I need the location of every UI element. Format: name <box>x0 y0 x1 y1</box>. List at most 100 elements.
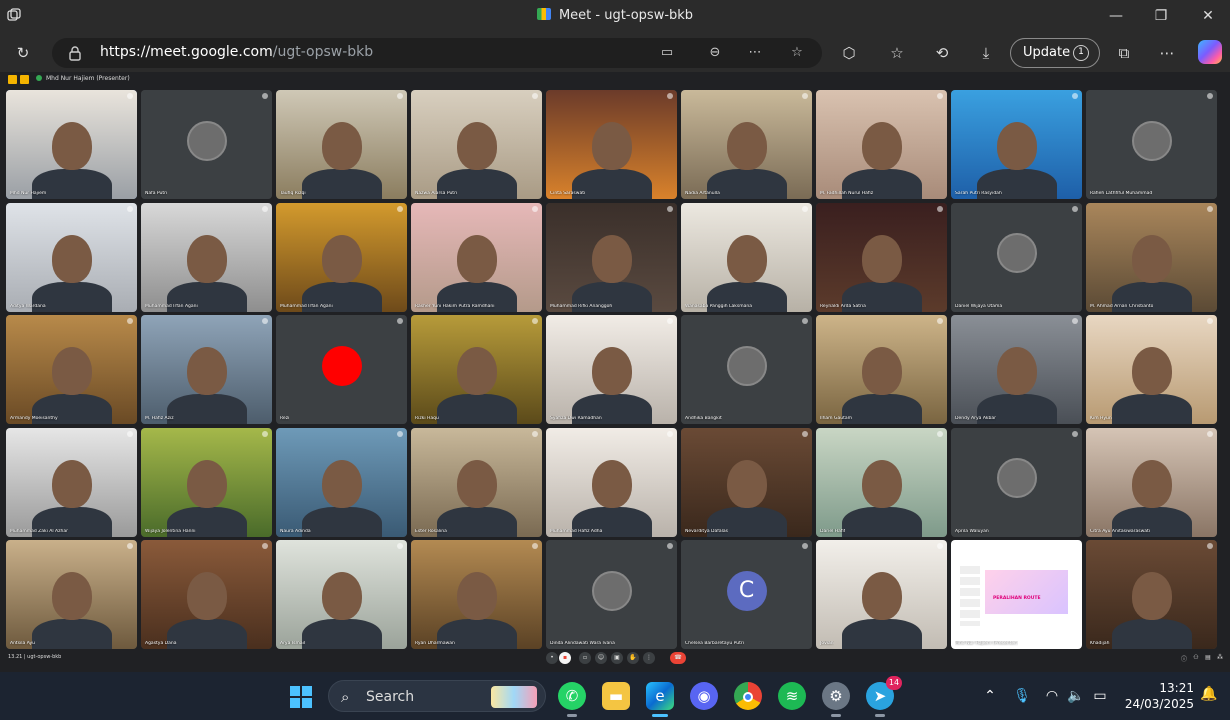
leave-call-button[interactable]: ☎ <box>670 652 686 664</box>
participant-tile[interactable]: C Chelsea Barbaretayu Putri <box>681 540 812 649</box>
mic-status-icon <box>127 93 133 99</box>
participant-tile[interactable]: Dendy Arya Akbar <box>951 315 1082 424</box>
notification-bell-icon[interactable]: 🔔 <box>1200 686 1220 706</box>
participant-tile[interactable]: Ryan Dharmawan <box>411 540 542 649</box>
participant-tile[interactable]: Wijaya Jolentina Hanni <box>141 427 272 537</box>
participant-tile[interactable]: Muhammad Irfan Agani <box>141 202 272 312</box>
participant-tile[interactable]: Nadia Artanulla <box>681 90 812 199</box>
participant-tile[interactable]: Dariel Hafif <box>816 427 947 537</box>
participant-tile[interactable]: Ilham Gautam <box>816 315 947 424</box>
zoom-icon[interactable]: ⊖ <box>704 42 726 64</box>
participant-tile[interactable]: Cinta Saraswati <box>546 90 677 199</box>
history-icon[interactable]: ⟲ <box>929 40 955 66</box>
info-icon[interactable]: ⓘ <box>1180 654 1188 663</box>
system-clock[interactable]: 13:21 24/03/2025 <box>1120 680 1194 712</box>
participant-tile[interactable]: Muhammad Hafiz Adha <box>546 427 677 537</box>
captions-button[interactable]: ▫ <box>579 652 591 664</box>
refresh-icon[interactable]: ↻ <box>10 40 36 66</box>
participant-tile[interactable]: Citra Ayu Anitasiwaraswati <box>1086 427 1217 537</box>
participant-tile[interactable]: Nazwa Alarsa Putri <box>411 90 542 199</box>
participant-tile[interactable]: Khadijah <box>1086 540 1217 649</box>
whatsapp-icon[interactable]: ✆ <box>558 682 586 717</box>
emoji-button[interactable]: ☺ <box>595 652 607 664</box>
battery-icon[interactable]: ▭ <box>1090 686 1110 706</box>
taskbar-search[interactable]: ⌕ Search <box>328 680 546 712</box>
participant-face <box>591 234 632 283</box>
volume-icon[interactable]: 🔈 <box>1066 686 1086 706</box>
extensions-icon[interactable]: ⬡ <box>836 40 862 66</box>
participant-tile[interactable]: Antsila Ayu <box>6 540 137 649</box>
participant-tile[interactable]: Rafieh Lathfiful Muhammad <box>1086 90 1217 199</box>
wifi-icon[interactable]: ◠ <box>1042 686 1062 706</box>
participant-tile[interactable]: Agastya Dana <box>141 540 272 649</box>
show-hidden-icons-chevron-icon[interactable]: ⌃ <box>980 686 1000 706</box>
raise-hand-button[interactable]: ✋ <box>627 652 639 664</box>
edge-icon[interactable]: e <box>646 682 674 717</box>
participant-tile[interactable]: Taufiq Rizqi <box>276 90 407 199</box>
update-button[interactable]: Update 1 <box>1010 38 1100 68</box>
minimize-button[interactable]: — <box>1096 4 1136 28</box>
microphone-icon[interactable]: 🎙 <box>1012 686 1032 706</box>
collections-icon[interactable]: ⧉ <box>1111 40 1137 66</box>
spotify-icon[interactable]: ≋ <box>778 682 806 710</box>
participant-tile[interactable]: M. Fadhillah Nurul Hafiz <box>816 90 947 199</box>
participant-tile[interactable]: M. Ahmad Arnan Christianto <box>1086 202 1217 312</box>
participant-tile[interactable]: Naura Adinda <box>276 427 407 537</box>
participant-tile[interactable]: Muhammad Zaki Al Azhar <box>6 427 137 537</box>
participant-tile[interactable]: Mhd Nur Hajiem <box>6 90 137 199</box>
people-icon[interactable]: ⚇ <box>1192 654 1200 662</box>
participant-tile[interactable]: Armandy Moeisanthy <box>6 315 137 424</box>
close-button[interactable]: ✕ <box>1188 4 1228 28</box>
settings-icon[interactable]: ⚙ <box>822 682 850 717</box>
participant-tile[interactable]: Andhika Bangkit <box>681 315 812 424</box>
participant-tile[interactable]: Dinda Alindawati Wara Ivana <box>546 540 677 649</box>
participant-name: Khadijah <box>1090 641 1110 646</box>
more-options-button[interactable]: ⋮ <box>643 652 655 664</box>
favorite-star-icon[interactable]: ☆ <box>786 42 808 64</box>
participant-tile[interactable]: Rasher Yuni Hakim Putra Ramdhani <box>411 202 542 312</box>
present-button[interactable]: ▣ <box>611 652 623 664</box>
participant-face <box>456 122 497 170</box>
settings-menu-icon[interactable]: ⋯ <box>1154 40 1180 66</box>
participant-tile[interactable]: Sarah Putri Rasyidah <box>951 90 1082 199</box>
site-info-icon[interactable] <box>66 44 84 62</box>
participant-tile[interactable]: Rezi <box>276 315 407 424</box>
participant-tile[interactable]: Ester Rosalina <box>411 427 542 537</box>
participant-tile[interactable]: Syafiza Dwi Ramadhan <box>546 315 677 424</box>
telegram-icon[interactable]: ➤ 14 <box>866 676 902 717</box>
participant-tile[interactable]: Reynaldi Arda Satria <box>816 202 947 312</box>
camera-button[interactable]: ▪ <box>559 652 571 664</box>
restore-button[interactable]: ❐ <box>1141 4 1181 28</box>
participant-tile[interactable]: Nevarditya Dafalas <box>681 427 812 537</box>
participant-tile[interactable]: Aprila Waluyan <box>951 427 1082 537</box>
participant-tile[interactable]: Nafa Putri <box>141 90 272 199</box>
favorites-icon[interactable]: ☆ <box>884 40 910 66</box>
participant-tile[interactable]: Muhammad Irfan Agani <box>276 202 407 312</box>
url-text[interactable]: https://meet.google.com/ugt-opsw-bkb <box>100 44 373 60</box>
mic-button[interactable]: • <box>546 652 558 664</box>
participant-tile[interactable]: Wanasaba Panggih Laksmana <box>681 202 812 312</box>
participant-tile[interactable]: Arya Ismail <box>276 540 407 649</box>
address-bar[interactable]: https://meet.google.com/ugt-opsw-bkb ▭ ⊖… <box>52 38 822 68</box>
windows-start-icon[interactable] <box>290 686 312 708</box>
copilot-icon[interactable] <box>1198 40 1222 64</box>
participant-tile[interactable]: Muhammad Rifki Ananggoh <box>546 202 677 312</box>
participant-tile[interactable]: Daniel Wijaya Utama <box>951 202 1082 312</box>
camera-icon[interactable]: ▭ <box>656 42 678 64</box>
participant-face <box>861 234 902 283</box>
participant-tile[interactable]: M. Hafiz Aziz <box>141 315 272 424</box>
participant-face <box>591 347 632 395</box>
chrome-icon[interactable] <box>734 682 762 710</box>
participant-tile[interactable]: Kim Hyun <box>1086 315 1217 424</box>
file-explorer-icon[interactable]: ▬ <box>602 682 630 710</box>
discord-icon[interactable]: ◉ <box>690 682 718 710</box>
participant-tile[interactable]: Rizki Haqu <box>411 315 542 424</box>
activities-icon[interactable]: ⁂ <box>1216 654 1224 662</box>
more-actions-icon[interactable]: ⋯ <box>744 42 766 64</box>
participant-face <box>591 122 632 170</box>
participant-tile[interactable]: PERALIHAN ROUTE Mhd Nur Hajiem (Presenter… <box>951 540 1082 649</box>
participant-tile[interactable]: Jovian <box>816 540 947 649</box>
participant-tile[interactable]: Aditya Wardana <box>6 202 137 312</box>
downloads-icon[interactable]: ⤓ <box>973 40 999 66</box>
chat-icon[interactable]: ▤ <box>1204 654 1212 662</box>
